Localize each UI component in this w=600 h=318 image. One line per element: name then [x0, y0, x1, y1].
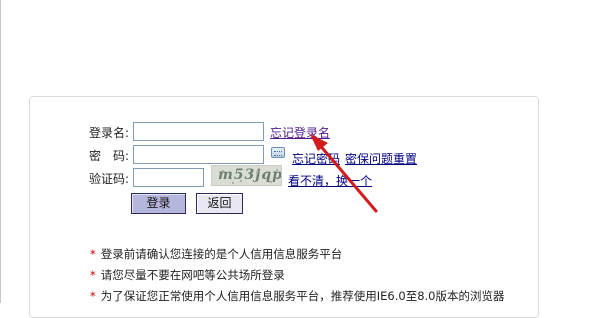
captcha-image-text: m53jqp [218, 167, 282, 183]
required-star-icon: * [90, 247, 96, 261]
captcha-label: 验证码: [89, 172, 130, 186]
refresh-captcha-link[interactable]: 看不清，换一个 [288, 172, 372, 189]
required-star-icon: * [90, 268, 96, 282]
security-question-reset-link[interactable]: 密保问题重置 [345, 150, 417, 167]
username-label: 登录名: [89, 126, 130, 140]
username-input[interactable] [133, 122, 264, 141]
note-item: * 请您尽量不要在网吧等公共场所登录 [90, 268, 285, 282]
window-left-border [0, 0, 1, 303]
forgot-password-link[interactable]: 忘记密码 [292, 150, 340, 167]
required-star-icon: * [90, 289, 96, 303]
back-button[interactable]: 返回 [196, 193, 243, 214]
note-item: * 为了保证您正常使用个人信用信息服务平台，推荐使用IE6.0至8.0版本的浏览器 [90, 289, 505, 303]
captcha-input[interactable] [133, 168, 204, 187]
soft-keyboard-icon[interactable] [271, 147, 285, 158]
captcha-image[interactable]: m53jqp [211, 165, 282, 186]
note-item: * 登录前请确认您连接的是个人信用信息服务平台 [90, 247, 343, 261]
password-input[interactable] [133, 145, 264, 164]
password-label: 密 码: [89, 149, 130, 163]
forgot-username-link[interactable]: 忘记登录名 [270, 124, 330, 141]
login-button[interactable]: 登录 [131, 193, 186, 214]
